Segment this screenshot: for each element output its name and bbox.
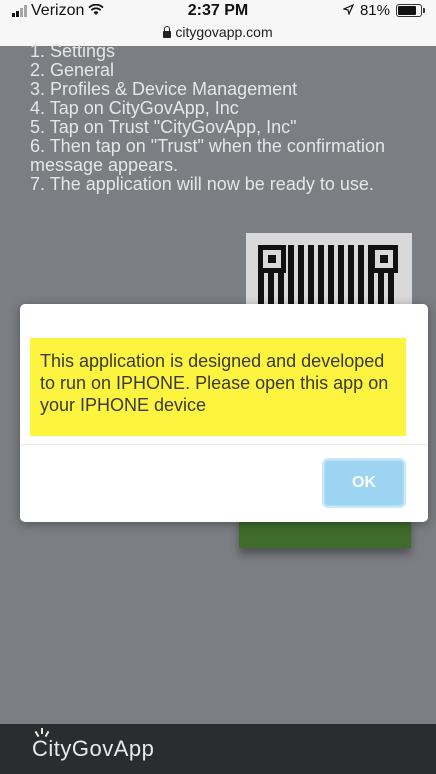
battery-icon <box>396 4 425 17</box>
instruction-item: 3. Profiles & Device Management <box>30 79 298 99</box>
footer-brand: CityGovApp <box>32 736 155 761</box>
alert-message: This application is designed and develop… <box>30 338 406 436</box>
divider <box>20 444 428 445</box>
instructions-list: 1. Settings 2. General 3. Profiles & Dev… <box>30 42 410 194</box>
url-text: citygovapp.com <box>175 24 273 40</box>
status-bar: Verizon 2:37 PM 81% citygovapp.com <box>0 0 436 46</box>
battery-percent: 81% <box>359 2 390 19</box>
instruction-item: 5. Tap on Trust "CityGovApp, Inc" <box>30 117 297 137</box>
footer: CityGovApp <box>0 724 436 774</box>
instruction-item: 7. The application will now be ready to … <box>30 174 374 194</box>
instruction-item: 4. Tap on CityGovApp, Inc <box>30 98 239 118</box>
alert-dialog: This application is designed and develop… <box>20 304 428 522</box>
status-right: 81% <box>342 2 425 19</box>
ok-button[interactable]: OK <box>322 458 406 508</box>
instruction-item: 1. Settings <box>30 41 116 61</box>
lock-icon <box>163 26 172 38</box>
instruction-item: 6. Then tap on "Trust" when the confirma… <box>30 136 385 175</box>
location-arrow-icon <box>342 2 355 19</box>
qr-code-icon <box>246 233 412 313</box>
address-bar[interactable]: citygovapp.com <box>0 24 436 40</box>
instruction-item: 2. General <box>30 60 115 80</box>
